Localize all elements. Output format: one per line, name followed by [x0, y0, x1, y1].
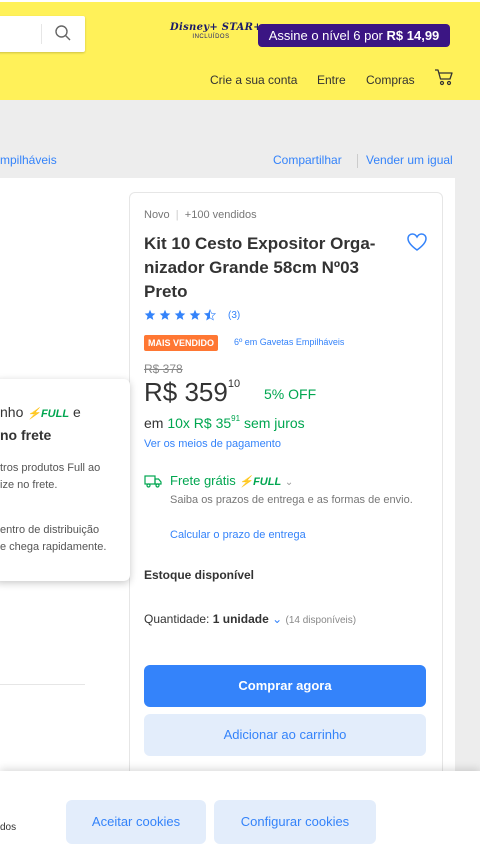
search-input[interactable]: [0, 16, 85, 52]
sell-same-link[interactable]: Vender um igual: [366, 153, 453, 167]
login-link[interactable]: Entre: [317, 73, 346, 87]
payment-methods-link[interactable]: Ver os meios de pagamento: [144, 438, 281, 450]
condition-label: Novo: [144, 209, 170, 221]
share-link[interactable]: Compartilhar: [273, 153, 342, 167]
actions-separator: [357, 154, 358, 168]
purchases-link[interactable]: Compras: [366, 73, 415, 87]
rating-stars[interactable]: [144, 308, 222, 322]
subscription-banner[interactable]: Assine o nível 6 por R$ 14,99: [258, 24, 450, 47]
discount-label: 5% OFF: [264, 386, 317, 402]
search-icon[interactable]: [54, 24, 72, 42]
half-star-icon: [204, 309, 216, 321]
sold-count: +100 vendidos: [184, 209, 257, 221]
old-price: R$ 378: [144, 362, 183, 376]
quantity-selector[interactable]: Quantidade: 1 unidade ⌄ (14 disponíveis): [144, 612, 356, 626]
free-shipping[interactable]: Frete grátis ⚡FULL ⌄: [170, 473, 293, 488]
disney-star-logo[interactable]: Disney+ STAR+ INCLUÍDOS: [170, 22, 262, 52]
installments-prefix: em: [144, 415, 164, 431]
full-badge: ⚡FULL: [239, 476, 282, 488]
full-badge-label: FULL: [40, 408, 70, 420]
chevron-down-icon: ⌄: [272, 612, 283, 626]
stock-status: Estoque disponível: [144, 568, 255, 582]
quantity-available: (14 disponíveis): [285, 615, 357, 626]
subscription-banner-text: Assine o nível 6 por: [268, 28, 383, 43]
full-shipping-tooltip: nho ⚡FULL e no frete tros produtos Full …: [0, 379, 130, 581]
tooltip-text-line: tros produtos Full ao: [0, 462, 101, 474]
installments-suffix: sem juros: [243, 415, 305, 431]
calculate-delivery-link[interactable]: Calcular o prazo de entrega: [170, 529, 306, 541]
condition-sold: Novo | +100 vendidos: [144, 209, 257, 221]
cart-icon[interactable]: [434, 68, 454, 86]
full-badge-label: FULL: [253, 476, 282, 488]
tooltip-text-line: entro de distribuição: [0, 524, 100, 536]
truck-icon: [144, 475, 162, 488]
tooltip-title-prefix: nho: [0, 404, 24, 420]
heart-icon[interactable]: [406, 231, 428, 253]
star-icon: [174, 309, 186, 320]
search-separator: [41, 24, 42, 44]
free-shipping-label: Frete grátis: [170, 473, 236, 488]
subscription-banner-price: R$ 14,99: [386, 28, 440, 43]
star-icon: [144, 309, 156, 320]
disney-logo-text: Disney+ STAR+: [170, 22, 262, 33]
site-header: Disney+ STAR+ INCLUÍDOS Assine o nível 6…: [0, 0, 480, 100]
cookie-consent-bar: dos Aceitar cookies Configurar cookies: [0, 771, 480, 854]
rating-count[interactable]: (3): [228, 310, 240, 321]
buy-box: Novo | +100 vendidos Kit 10 Cesto Exposi…: [129, 192, 443, 794]
shipping-description: Saiba os prazos de entrega e as formas d…: [170, 494, 413, 506]
price-integer: R$ 359: [144, 377, 228, 407]
create-account-link[interactable]: Crie a sua conta: [210, 73, 297, 87]
panel-divider: [0, 684, 85, 685]
breadcrumb-category-link[interactable]: mpilháveis: [0, 153, 57, 167]
chevron-down-icon: ⌄: [284, 477, 294, 488]
price-cents: 10: [227, 378, 241, 390]
installments-value: 10x R$ 35: [167, 415, 232, 431]
star-icon: [189, 309, 201, 320]
installments-cents: 91: [231, 414, 241, 423]
best-seller-badge: MAIS VENDIDO: [144, 335, 219, 351]
cookie-text: dos: [0, 822, 17, 833]
tooltip-title-suffix: e: [72, 404, 81, 420]
installments: em 10x R$ 3591 sem juros: [144, 414, 305, 431]
tooltip-title: nho ⚡FULL e no frete: [0, 402, 81, 446]
current-price: R$ 35910: [144, 377, 240, 408]
tooltip-title-line2: no frete: [0, 427, 52, 443]
quantity-value: 1 unidade: [212, 612, 269, 626]
product-title: Kit 10 Cesto Expositor Orga-nizador Gran…: [144, 234, 376, 301]
star-icon: [159, 309, 171, 320]
disney-logo-subtext: INCLUÍDOS: [192, 34, 230, 40]
tooltip-text-line: e chega rapidamente.: [0, 541, 107, 553]
best-seller-rank-link[interactable]: 6º em Gavetas Empilháveis: [234, 337, 344, 347]
accept-cookies-button[interactable]: Aceitar cookies: [66, 800, 206, 844]
quantity-label: Quantidade:: [144, 612, 210, 626]
configure-cookies-button[interactable]: Configurar cookies: [214, 800, 376, 844]
full-badge: ⚡FULL: [27, 408, 70, 420]
buy-now-button[interactable]: Comprar agora: [144, 665, 426, 707]
top-edge: [0, 0, 480, 2]
tooltip-text-line: ize no frete.: [0, 479, 58, 491]
add-to-cart-button[interactable]: Adicionar ao carrinho: [144, 714, 426, 756]
